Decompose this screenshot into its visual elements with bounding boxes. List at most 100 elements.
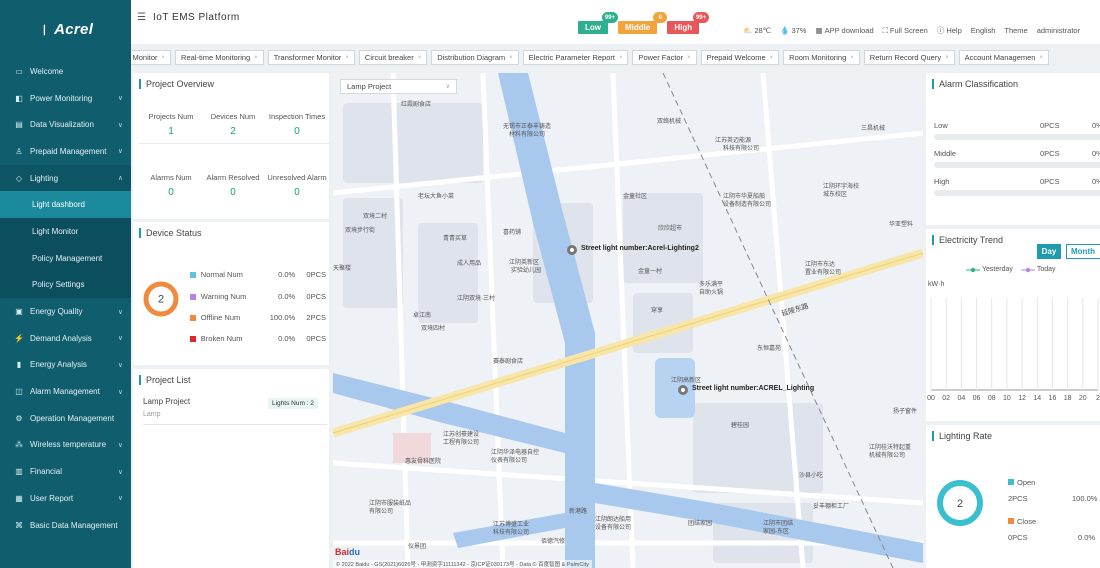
legend-close[interactable]: Close bbox=[1008, 517, 1036, 526]
app-download-link[interactable]: ▦ APP download bbox=[815, 25, 873, 36]
close-icon[interactable]: × bbox=[254, 55, 258, 61]
tab-circuit-breaker[interactable]: Circuit breaker × bbox=[358, 50, 428, 65]
chevron-down-icon: ∨ bbox=[117, 441, 123, 449]
sidebar-item-user-report[interactable]: ▦ User Report ∨ bbox=[0, 485, 131, 512]
close-percent: 0.0% bbox=[1078, 533, 1096, 542]
tab-account-managemen[interactable]: Account Managemen × bbox=[958, 50, 1049, 65]
day-toggle-button[interactable]: Day bbox=[1037, 244, 1061, 259]
chevron-down-icon: ∨ bbox=[117, 148, 123, 156]
tab-room-monitoring[interactable]: Room Monitoring × bbox=[783, 50, 860, 65]
device-status-title: Device Status bbox=[139, 228, 202, 238]
sidebar-item-welcome[interactable]: ▭ Welcome bbox=[0, 58, 131, 85]
alarm-high-badge[interactable]: High 99+ bbox=[667, 12, 710, 34]
close-icon[interactable]: × bbox=[509, 55, 513, 61]
map-poi-label: 双络机械 bbox=[657, 119, 682, 125]
tab-label: Return Record Query bbox=[869, 53, 942, 62]
alarm-middle-count: 0 bbox=[653, 12, 668, 23]
map-poi-label: 城东校区 bbox=[823, 192, 848, 198]
help-link[interactable]: ⓘ Help bbox=[937, 25, 962, 36]
acrel-logo[interactable]: ㆐ Acrel bbox=[0, 0, 131, 58]
tab-label: ic Monitor bbox=[131, 53, 158, 62]
sidebar-item-data-visualization[interactable]: ▤ Data Visualization ∨ bbox=[0, 111, 131, 138]
sidebar-item-policy-management[interactable]: Policy Management bbox=[0, 244, 131, 272]
sidebar-item-label: Financial bbox=[30, 467, 63, 477]
language-select[interactable]: English bbox=[971, 25, 996, 36]
sidebar-nav: ▭ Welcome ◧ Power Monitoring ∨ ▤ Data Visualiz… bbox=[0, 58, 131, 538]
map-poi-label: 妥丰棚柜工厂 bbox=[813, 504, 850, 510]
close-icon[interactable]: × bbox=[687, 55, 691, 61]
map-poi-label: 成人用品 bbox=[457, 261, 482, 267]
map-poi-label: 材料有限公司 bbox=[509, 132, 546, 138]
legend-yesterday[interactable]: Yesterday bbox=[966, 266, 1013, 273]
tab-electric-parameter-report[interactable]: Electric Parameter Report × bbox=[522, 50, 629, 65]
month-toggle-button[interactable]: Month bbox=[1066, 244, 1100, 259]
close-icon[interactable]: × bbox=[619, 55, 623, 61]
map-canvas bbox=[333, 73, 923, 568]
map-poi-label: 新港路 bbox=[569, 509, 588, 515]
tab-transformer-monitor[interactable]: Transformer Monitor × bbox=[267, 50, 355, 65]
sidebar-item-energy-quality[interactable]: ▣ Energy Quality ∨ bbox=[0, 298, 131, 325]
close-icon[interactable]: × bbox=[945, 55, 949, 61]
full-screen-button[interactable]: ⛶ Full Screen bbox=[883, 25, 928, 36]
lamp-marker-acrel[interactable] bbox=[677, 384, 689, 398]
lamp-label-acrel: Street light number:ACREL_Lighting bbox=[692, 385, 815, 392]
tab-return-record-query[interactable]: Return Record Query × bbox=[863, 50, 955, 65]
project-select[interactable]: Lamp Project ∨ bbox=[340, 79, 457, 94]
tab-power-factor[interactable]: Power Factor × bbox=[632, 50, 697, 65]
trend-x-tick-label: 08 bbox=[988, 395, 996, 402]
tab-ic-monitor[interactable]: ic Monitor × bbox=[131, 50, 172, 65]
close-icon[interactable]: × bbox=[418, 55, 422, 61]
map-poi-label: 佰德汽修 bbox=[541, 539, 566, 545]
logo-icon: ㆐ bbox=[37, 22, 52, 38]
stat-alarm-resolved: Alarm Resolved 0 bbox=[206, 173, 260, 198]
sidebar-item-energy-analysis[interactable]: ▮ Energy Analysis ∨ bbox=[0, 352, 131, 379]
alarm-low-badge[interactable]: Low 99+ bbox=[578, 12, 618, 34]
temperature-readout: ⛅ 28℃ bbox=[743, 25, 771, 36]
lamp-marker-lighting2[interactable] bbox=[566, 244, 578, 258]
demand-icon: ⚡ bbox=[14, 333, 24, 343]
map-poi-label: 卓江南 bbox=[413, 313, 432, 319]
trend-x-tick-label: 2 bbox=[1096, 395, 1100, 402]
chevron-down-icon: ∨ bbox=[445, 84, 450, 90]
electricity-trend-title: Electricity Trend bbox=[932, 235, 1003, 245]
sidebar-item-basic-data-management[interactable]: ⌘ Basic Data Management bbox=[0, 512, 131, 539]
sidebar-item-policy-settings[interactable]: Policy Settings bbox=[0, 271, 131, 299]
legend-open[interactable]: Open bbox=[1008, 478, 1035, 487]
device-status-row-normal: Normal Num 0.0% 0PCS bbox=[190, 270, 326, 279]
menu-toggle-icon[interactable]: ☰ bbox=[137, 12, 146, 23]
sidebar-item-light-dashbord[interactable]: Light dashbord bbox=[0, 191, 131, 219]
close-icon[interactable]: × bbox=[162, 55, 166, 61]
tab-prepaid-welcome[interactable]: Prepaid Welcome × bbox=[700, 50, 780, 65]
top-header: ☰ IoT EMS Platform Low 99+ Middle 0 High… bbox=[131, 0, 1100, 44]
alarm-icon: ◫ bbox=[15, 387, 23, 397]
overview-divider bbox=[139, 143, 329, 144]
user-menu[interactable]: administrator bbox=[1037, 25, 1080, 36]
alarm-middle-badge[interactable]: Middle 0 bbox=[618, 12, 668, 34]
tab-distribution-diagram[interactable]: Distribution Diagram × bbox=[431, 50, 519, 65]
close-icon[interactable]: × bbox=[770, 55, 774, 61]
lights-num-badge: Lights Num : 2 bbox=[268, 398, 318, 409]
close-icon[interactable]: × bbox=[850, 55, 854, 61]
sidebar-item-demand-analysis[interactable]: ⚡ Demand Analysis ∨ bbox=[0, 325, 131, 352]
tab-real-time-monitoring[interactable]: Real-time Monitoring × bbox=[175, 50, 264, 65]
stat-devices-num: Devices Num 2 bbox=[210, 112, 256, 137]
sidebar-item-alarm-management[interactable]: ◫ Alarm Management ∨ bbox=[0, 378, 131, 405]
sidebar-item-financial[interactable]: ▥ Financial ∨ bbox=[0, 458, 131, 485]
chevron-up-icon: ∧ bbox=[117, 175, 123, 183]
lamp-pin-icon bbox=[567, 245, 577, 255]
map-view[interactable]: Lamp Project ∨ 红霞剧食店 无锡市正泰丰铸造 材料有限公司 双络机械 江苏… bbox=[333, 73, 923, 568]
sidebar-item-light-monitor[interactable]: Light Monitor bbox=[0, 218, 131, 245]
sidebar-item-lighting[interactable]: ◇ Lighting ∧ bbox=[0, 164, 131, 192]
sidebar-item-prepaid-management[interactable]: ♙ Prepaid Management ∨ bbox=[0, 138, 131, 165]
theme-button[interactable]: Theme bbox=[1004, 25, 1027, 36]
sidebar-item-wireless-temperature[interactable]: ⁂ Wireless temperature ∨ bbox=[0, 432, 131, 459]
trend-x-tick-label: 00 bbox=[927, 395, 935, 402]
close-icon[interactable]: × bbox=[1039, 55, 1043, 61]
sidebar-item-operation-management[interactable]: ⚙ Operation Management bbox=[0, 405, 131, 432]
close-icon[interactable]: × bbox=[345, 55, 349, 61]
legend-today[interactable]: Today bbox=[1020, 266, 1056, 273]
sidebar-item-power-monitoring[interactable]: ◧ Power Monitoring ∨ bbox=[0, 85, 131, 112]
operation-icon: ⚙ bbox=[15, 413, 23, 423]
alarm-low-label: Low bbox=[585, 23, 601, 32]
broken-swatch bbox=[190, 335, 196, 342]
